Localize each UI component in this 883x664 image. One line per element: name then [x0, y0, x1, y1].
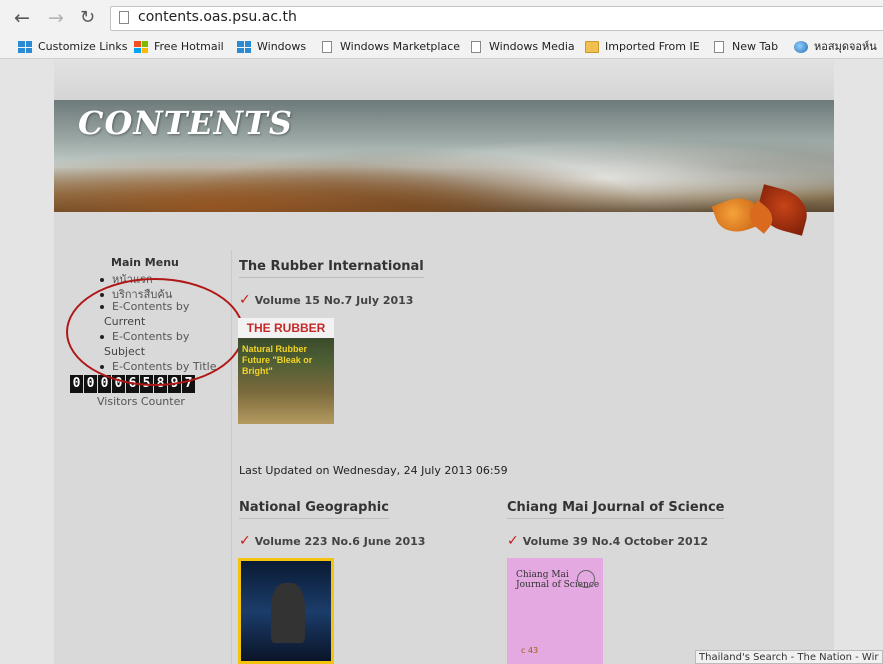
page-icon [714, 41, 724, 53]
folder-icon [585, 41, 599, 53]
banner-title: CONTENTS [78, 104, 293, 142]
cover-heading: THE RUBBER [238, 318, 334, 338]
menu-title: Main Menu [111, 256, 179, 269]
annotation-circle [66, 278, 244, 386]
checkmark-icon: ✓ [239, 292, 251, 308]
featured-cover-image[interactable]: THE RUBBER Natural Rubber Future "Bleak … [238, 318, 334, 424]
counter-digit: 0 [70, 375, 83, 393]
natgeo-cover-image[interactable] [238, 558, 334, 664]
cmj-cover-image[interactable]: Chiang Mai Journal of Science c 43 [507, 558, 603, 664]
journal-volume-natgeo[interactable]: ✓ Volume 223 No.6 June 2013 [239, 533, 425, 549]
cmj-cover-footer: c 43 [521, 646, 539, 655]
journal-title-cmj[interactable]: Chiang Mai Journal of Science [507, 500, 725, 519]
page-icon [471, 41, 481, 53]
checkmark-icon: ✓ [507, 533, 519, 549]
status-bar: Thailand's Search - The Nation - Wir [695, 650, 883, 664]
address-bar[interactable]: contents.oas.psu.ac.th [110, 6, 883, 31]
featured-journal-title[interactable]: The Rubber International [239, 259, 424, 278]
visitors-counter-label: Visitors Counter [97, 395, 185, 408]
journal-title-natgeo[interactable]: National Geographic [239, 500, 389, 519]
windows-icon [237, 41, 251, 53]
browser-toolbar: ← → ↻ contents.oas.psu.ac.th [0, 0, 883, 36]
bookmarks-bar: Customize Links Free Hotmail Windows Win… [0, 36, 883, 59]
bullet-icon [100, 278, 104, 282]
forward-arrow-icon[interactable]: → [48, 7, 64, 29]
seal-icon [577, 570, 595, 588]
checkmark-icon: ✓ [239, 533, 251, 549]
back-arrow-icon[interactable]: ← [14, 7, 30, 29]
globe-icon [794, 41, 808, 53]
page-icon [119, 11, 129, 24]
top-strip [54, 59, 834, 100]
url-text[interactable]: contents.oas.psu.ac.th [138, 9, 297, 25]
msn-icon [134, 41, 148, 53]
journal-volume-cmj[interactable]: ✓ Volume 39 No.4 October 2012 [507, 533, 708, 549]
reload-icon[interactable]: ↻ [80, 7, 95, 29]
page-icon [322, 41, 332, 53]
natgeo-cover-figure [271, 583, 305, 643]
counter-digit: 0 [84, 375, 97, 393]
windows-icon [18, 41, 32, 53]
last-updated: Last Updated on Wednesday, 24 July 2013 … [239, 464, 508, 477]
autumn-leaves-icon [711, 184, 822, 243]
cover-subtitle: Natural Rubber Future "Bleak or Bright" [242, 344, 313, 376]
featured-volume[interactable]: ✓ Volume 15 No.7 July 2013 [239, 292, 413, 308]
